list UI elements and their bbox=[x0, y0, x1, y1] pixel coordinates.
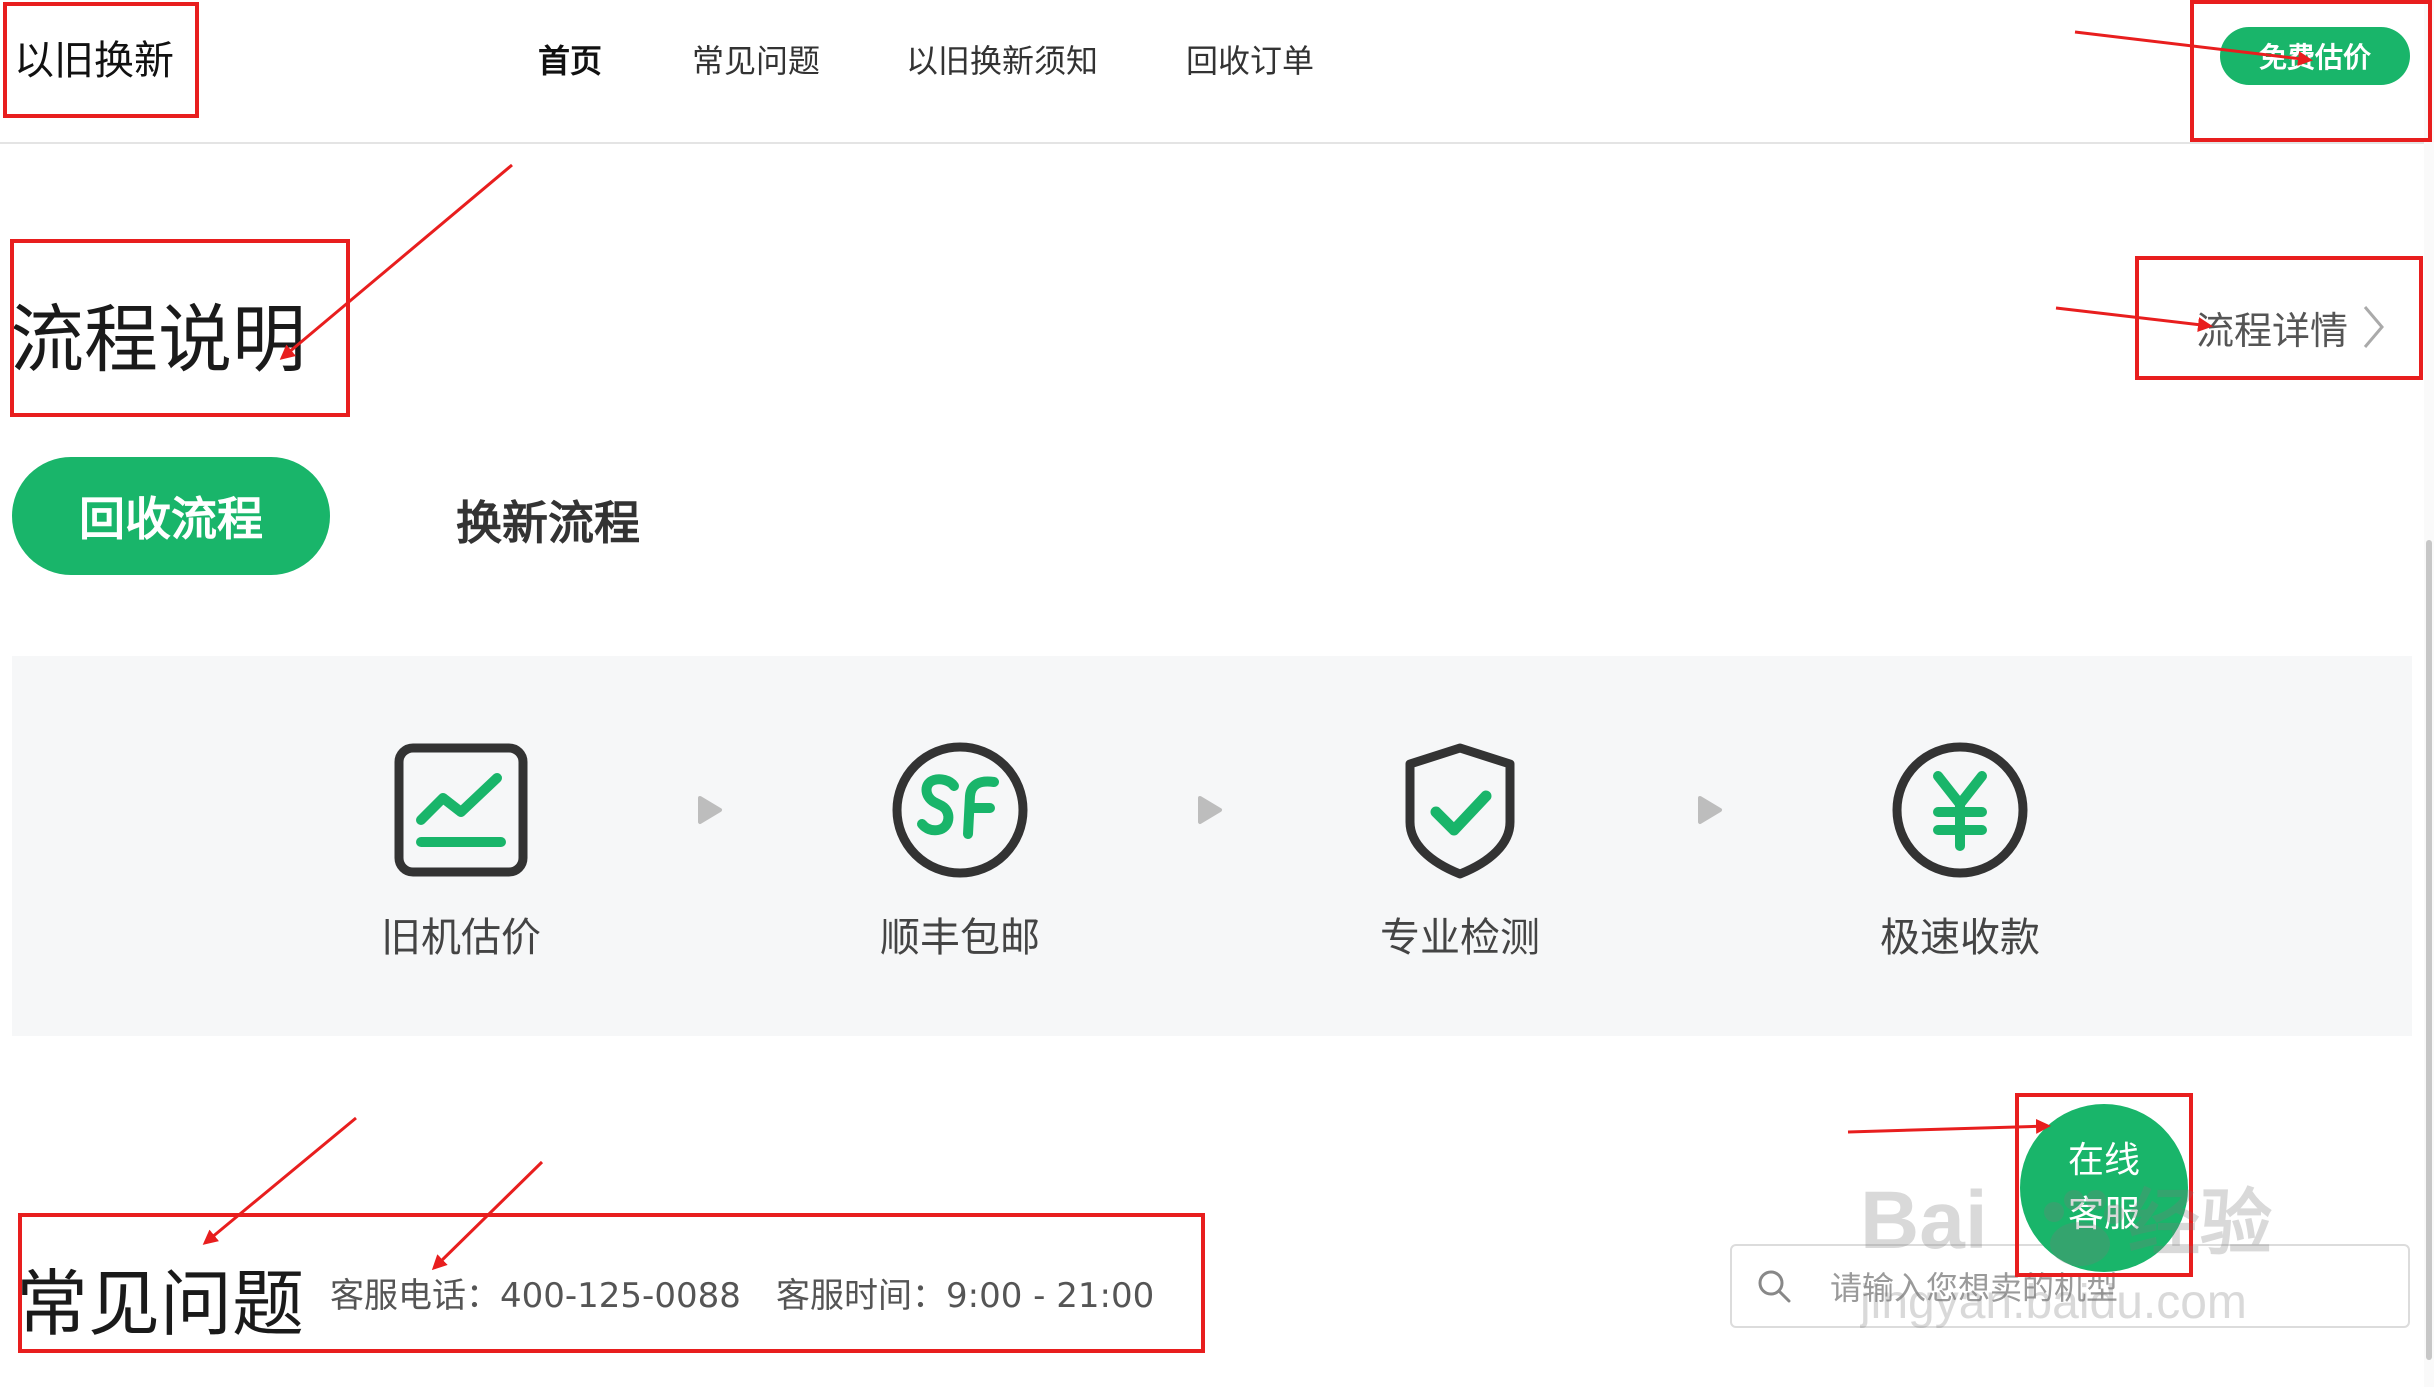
nav-recycle-orders[interactable]: 回收订单 bbox=[1186, 36, 1314, 82]
service-hours: 客服时间：9:00 - 21:00 bbox=[776, 1276, 1155, 1316]
online-service-line2: 客服 bbox=[2067, 1194, 2140, 1235]
process-detail-label: 流程详情 bbox=[2196, 308, 2349, 353]
online-service-button[interactable]: 在线 客服 bbox=[2020, 1104, 2188, 1272]
nav-home[interactable]: 首页 bbox=[538, 36, 602, 82]
scrollbar-thumb[interactable] bbox=[2426, 540, 2432, 1360]
process-steps-panel bbox=[12, 656, 2412, 1036]
step-label-inspection: 专业检测 bbox=[1380, 915, 1540, 961]
faq-section-title: 常见问题 bbox=[16, 1262, 305, 1346]
step-label-payment: 极速收款 bbox=[1880, 915, 2040, 961]
nav-faq[interactable]: 常见问题 bbox=[692, 36, 820, 82]
shield-check-icon bbox=[1390, 740, 1530, 880]
site-title[interactable]: 以旧换新 bbox=[14, 28, 174, 86]
process-section-title: 流程说明 bbox=[10, 297, 306, 383]
sf-express-icon bbox=[890, 740, 1030, 880]
yuan-coin-icon bbox=[1890, 740, 2030, 880]
chevron-right-icon bbox=[2363, 306, 2384, 348]
step-arrow-icon bbox=[1696, 794, 1724, 826]
header-divider bbox=[0, 142, 2434, 144]
annotation-arrow-process-title bbox=[279, 163, 513, 360]
tab-recycle-process[interactable]: 回收流程 bbox=[12, 457, 330, 575]
process-detail-link[interactable]: 流程详情 bbox=[2196, 302, 2386, 353]
step-arrow-icon bbox=[1196, 794, 1224, 826]
step-arrow-icon bbox=[696, 794, 724, 826]
online-service-line1: 在线 bbox=[2067, 1140, 2140, 1181]
search-icon bbox=[1758, 1270, 1791, 1303]
tab-renew-process[interactable]: 换新流程 bbox=[456, 487, 640, 553]
step-label-estimate: 旧机估价 bbox=[381, 915, 541, 961]
annotation-arrow-service-phone bbox=[431, 1160, 544, 1271]
annotation-arrow-detail-link bbox=[2055, 306, 2213, 333]
nav-trade-in-notice[interactable]: 以旧换新须知 bbox=[906, 36, 1098, 82]
service-phone: 客服电话：400-125-0088 bbox=[330, 1276, 741, 1316]
annotation-arrow-online-service bbox=[1847, 1118, 2051, 1134]
chart-trend-icon bbox=[391, 740, 531, 880]
step-label-shipping: 顺丰包邮 bbox=[880, 915, 1040, 961]
annotation-arrow-faq-title bbox=[202, 1116, 357, 1245]
free-estimate-button[interactable]: 免费估价 bbox=[2220, 27, 2410, 85]
